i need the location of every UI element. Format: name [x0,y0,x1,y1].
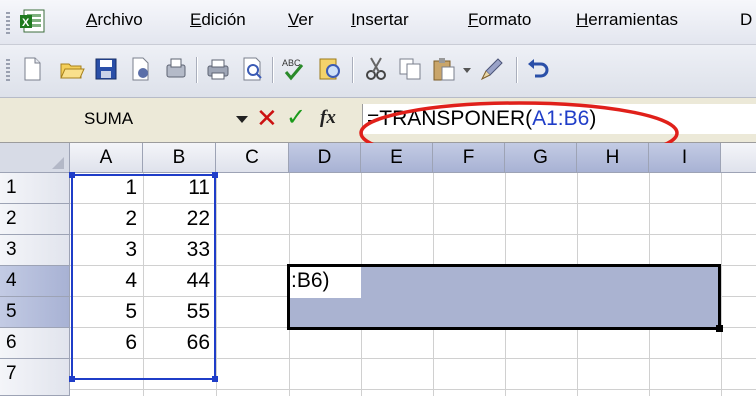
print-preview-icon[interactable] [162,55,190,83]
row-header-3[interactable]: 3 [0,235,70,266]
paste-dropdown-icon[interactable] [460,55,474,83]
row-header-5[interactable]: 5 [0,297,70,328]
row-header-6[interactable]: 6 [0,328,70,359]
toolbar-separator [272,57,273,83]
menu-insertar[interactable]: Insertar [351,10,409,30]
column-header-a[interactable]: A [70,143,143,173]
select-all-triangle-icon [52,157,64,169]
row-header-7[interactable]: 7 [0,359,70,396]
column-header-f[interactable]: F [433,143,505,173]
menu-archivo[interactable]: Archivo [86,10,143,30]
formula-bar: SUMA ✕ ✓ fx =TRANSPONER(A1:B6) [0,98,756,143]
spelling-icon[interactable]: ABC [280,55,308,83]
select-all-corner[interactable] [0,143,70,173]
toolbar-grip[interactable] [6,59,10,81]
row-header-4[interactable]: 4 [0,266,70,297]
range-handle[interactable] [212,376,218,382]
toolbar-separator [196,57,197,83]
open-icon[interactable] [58,55,86,83]
row-header-1[interactable]: 1 [0,173,70,204]
column-header-c[interactable]: C [216,143,289,173]
formula-reference-range-border [71,174,216,380]
menu-edicion[interactable]: Edición [190,10,246,30]
column-header-e[interactable]: E [361,143,433,173]
paste-icon[interactable] [430,55,458,83]
row-header-2[interactable]: 2 [0,204,70,235]
permission-icon[interactable] [126,55,154,83]
menu-ver[interactable]: Ver [288,10,314,30]
name-box-dropdown-icon[interactable] [236,116,248,123]
toolbar-grip[interactable] [6,12,10,34]
fill-handle[interactable] [716,325,723,332]
menu-datos[interactable]: D [740,10,752,30]
cut-icon[interactable] [362,55,390,83]
range-handle[interactable] [69,172,75,178]
new-icon[interactable] [18,55,46,83]
formula-range-reference: A1:B6 [532,107,590,130]
formula-text-prefix: =TRANSPONER( [367,107,533,130]
range-handle[interactable] [69,376,75,382]
toolbar-separator [352,57,353,83]
column-header-j[interactable] [721,143,756,173]
formula-text-suffix: ) [589,107,597,130]
svg-text:X: X [22,17,30,29]
selected-range-border [287,264,721,330]
copy-icon[interactable] [396,55,424,83]
column-header-b[interactable]: B [143,143,216,173]
column-header-i[interactable]: I [649,143,721,173]
formula-input[interactable]: =TRANSPONER(A1:B6) [362,104,756,134]
column-header-d[interactable]: D [289,143,361,173]
standard-toolbar: ABC [0,45,756,98]
menu-herramientas[interactable]: Herramientas [576,10,678,30]
gridline [721,173,722,396]
range-handle[interactable] [212,172,218,178]
undo-icon[interactable] [524,55,552,83]
toolbar-separator [516,57,517,83]
menu-bar: X Archivo Edición Ver Insertar Formato H… [0,0,756,45]
excel-app-icon[interactable]: X [18,6,48,36]
cancel-icon[interactable]: ✕ [256,104,278,132]
menu-formato[interactable]: Formato [468,10,531,30]
name-box[interactable]: SUMA [70,106,244,132]
svg-text:ABC: ABC [282,58,301,68]
column-header-h[interactable]: H [577,143,649,173]
gridline [216,173,217,396]
save-icon[interactable] [92,55,120,83]
worksheet-grid[interactable]: A B C D E F G H I 1 2 3 4 5 6 7 1 2 3 4 … [0,143,756,396]
format-painter-icon[interactable] [478,55,506,83]
print-icon[interactable] [204,55,232,83]
column-header-g[interactable]: G [505,143,577,173]
insert-function-icon[interactable]: fx [320,107,336,129]
gridline [70,389,756,390]
research-icon[interactable] [316,55,344,83]
enter-icon[interactable]: ✓ [286,104,306,132]
preview-icon[interactable] [238,55,266,83]
